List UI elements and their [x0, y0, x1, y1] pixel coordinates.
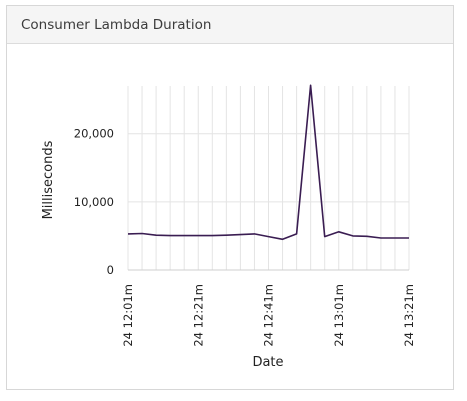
- x-axis-ticks: 24 12:01m 24 12:21m 24 12:41m 24 13:01m 24 1…: [121, 284, 416, 347]
- x-tick-label: 24 12:21m: [191, 284, 205, 347]
- x-tick-label: 24 12:01m: [121, 284, 135, 347]
- x-tick-label: 24 12:41m: [262, 284, 276, 347]
- y-tick-label: 10,000: [74, 195, 114, 209]
- x-tick-label: 24 13:21m: [402, 284, 416, 347]
- x-tick-label: 24 13:01m: [332, 284, 346, 347]
- y-axis-ticks: 0 10,000 20,000: [74, 127, 114, 277]
- chart-canvas: 0 10,000 20,000 24 12:01m 24 12:21m 24 12:41…: [41, 84, 416, 370]
- grid: [127, 86, 410, 271]
- y-axis-label: Milliseconds: [41, 140, 56, 219]
- y-tick-label: 0: [107, 263, 114, 277]
- y-tick-label: 20,000: [74, 127, 114, 141]
- x-axis-label: Date: [252, 355, 283, 370]
